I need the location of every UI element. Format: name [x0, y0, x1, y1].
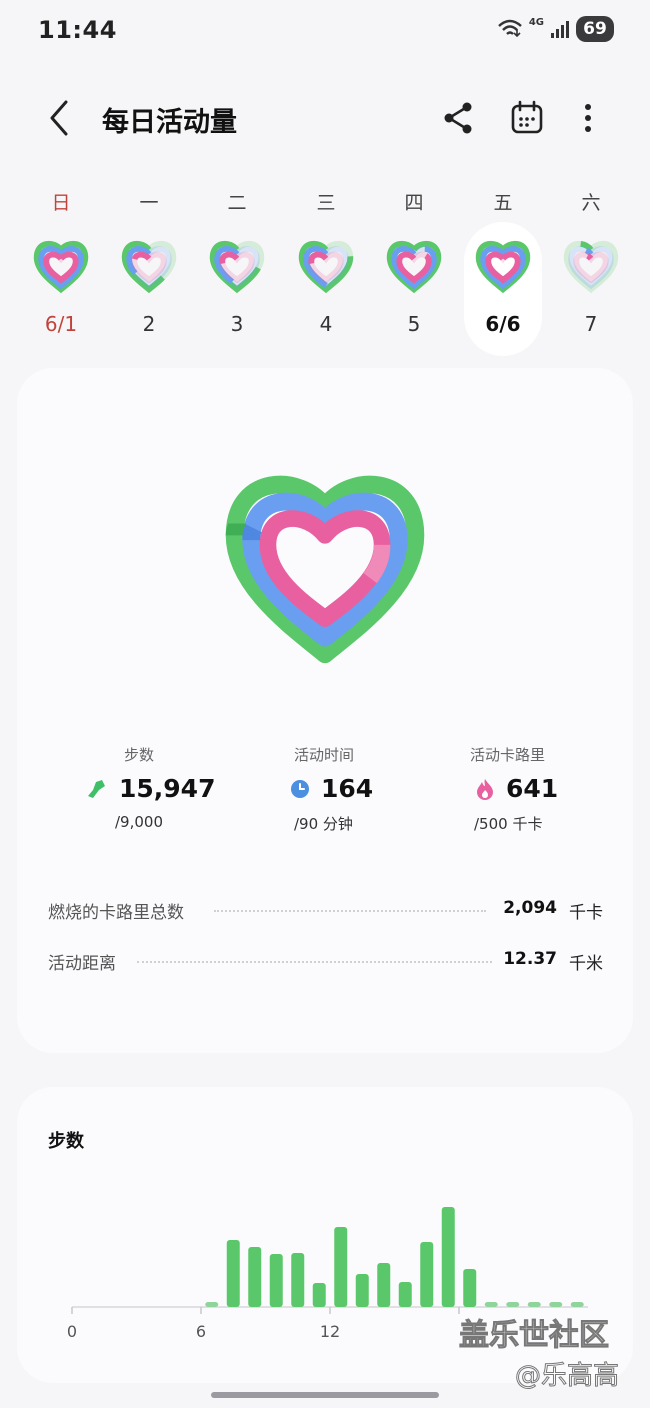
detail-row-total-calories: 燃烧的卡路里总数 2,094 千卡: [48, 896, 603, 926]
chart-x-label: 12: [320, 1322, 340, 1341]
chart-bar-hour-14[interactable]: [377, 1263, 391, 1307]
chart-bar-hour-18[interactable]: [463, 1269, 477, 1307]
day-activity-heart: [386, 240, 442, 294]
stat-active-calories-label: 活动卡路里: [470, 746, 546, 764]
chart-bar-hour-22[interactable]: [549, 1302, 563, 1307]
chart-x-label: 6: [196, 1322, 206, 1341]
chart-bar-hour-6[interactable]: [205, 1302, 219, 1307]
dotted-leader: [137, 961, 492, 963]
chart-bar-hour-16[interactable]: [420, 1242, 434, 1307]
stat-steps-value: 15,947: [119, 774, 216, 803]
steps-card-title: 步数: [48, 1131, 84, 1152]
day-number: 5: [407, 312, 421, 336]
more-options-button[interactable]: [568, 98, 608, 138]
day-item-5[interactable]: 6/6: [464, 222, 542, 356]
status-bar: 11:44 4G 69: [0, 0, 650, 62]
day-activity-heart: [121, 240, 177, 294]
day-name-selected: 五: [493, 192, 513, 214]
day-number: 6/6: [485, 312, 521, 336]
dotted-leader: [214, 910, 486, 912]
chart-bar-hour-9[interactable]: [269, 1254, 283, 1307]
stat-active-calories-goal: /500 千卡: [474, 815, 543, 833]
day-activity-heart: [563, 240, 619, 294]
day-activity-heart: [475, 240, 531, 294]
day-name: 三: [316, 192, 336, 214]
day-activity-heart: [209, 240, 265, 294]
day-name: 二: [227, 192, 247, 214]
stat-active-calories: 活动卡路里 641 /500 千卡: [470, 744, 650, 833]
stat-steps-goal: /9,000: [115, 813, 163, 831]
day-number: 4: [319, 312, 333, 336]
day-item-2[interactable]: 二3: [198, 180, 276, 356]
chart-bar-hour-13[interactable]: [355, 1274, 369, 1307]
day-activity-heart: [298, 240, 354, 294]
detail-unit: 千米: [569, 954, 603, 974]
day-item-6[interactable]: 六7: [552, 180, 630, 356]
day-number: 7: [584, 312, 598, 336]
share-button[interactable]: [438, 98, 478, 138]
day-item-0[interactable]: 日 6/1: [22, 180, 100, 356]
chart-bar-hour-8[interactable]: [248, 1247, 262, 1307]
day-name: 四: [404, 192, 424, 214]
back-button[interactable]: [44, 98, 74, 138]
calendar-icon: [511, 100, 543, 134]
home-indicator[interactable]: [211, 1392, 439, 1398]
chart-bar-hour-20[interactable]: [506, 1302, 520, 1307]
chart-bar-hour-23[interactable]: [570, 1302, 584, 1307]
watermark-author: @乐高高: [514, 1361, 620, 1392]
chart-bar-hour-19[interactable]: [484, 1302, 498, 1307]
back-icon: [50, 100, 68, 136]
chart-bar-hour-15[interactable]: [398, 1282, 412, 1307]
share-icon: [444, 102, 472, 134]
day-activity-heart: [33, 240, 89, 294]
chart-bar-hour-7[interactable]: [226, 1240, 240, 1307]
day-name: 日: [51, 192, 71, 214]
chart-bar-hour-11[interactable]: [312, 1283, 326, 1307]
watermark-community: 盖乐世社区: [459, 1318, 610, 1354]
day-item-4[interactable]: 四5: [375, 180, 453, 356]
day-name: 一: [139, 192, 159, 214]
stat-active-time-value: 164: [321, 774, 374, 803]
day-number: 6/1: [44, 312, 78, 336]
battery-indicator: 69: [576, 16, 614, 42]
detail-label: 燃烧的卡路里总数: [48, 903, 184, 923]
day-item-1[interactable]: 一2: [110, 180, 188, 356]
top-app-bar: 每日活动量: [0, 88, 650, 148]
stat-steps: 步数 15,947 /9,000: [85, 744, 285, 831]
signal-icon: [551, 21, 569, 38]
stat-active-time: 活动时间 164 /90 分钟: [287, 744, 487, 833]
stat-active-calories-value: 641: [506, 774, 559, 803]
clock-icon: [291, 779, 309, 798]
flame-icon: [477, 778, 493, 800]
detail-value: 12.37: [503, 949, 557, 969]
detail-row-distance: 活动距离 12.37 千米: [48, 947, 603, 977]
status-time: 11:44: [38, 16, 117, 44]
stat-active-time-label: 活动时间: [294, 746, 355, 764]
day-name: 六: [581, 192, 601, 214]
detail-unit: 千卡: [569, 903, 603, 923]
page-title: 每日活动量: [102, 107, 237, 138]
chart-bar-hour-10[interactable]: [291, 1253, 305, 1307]
network-type: 4G: [528, 16, 544, 28]
calendar-button[interactable]: [507, 98, 547, 138]
day-number: 3: [230, 312, 244, 336]
week-selector: 日 6/1 一 2 二 3 三 4 四 5 6/6 六 7 五: [0, 180, 650, 360]
day-item-3[interactable]: 三4: [287, 180, 365, 356]
more-icon: [585, 104, 591, 132]
chart-bar-hour-17[interactable]: [441, 1207, 455, 1307]
activity-rings-heart: [203, 464, 447, 678]
status-icons: 4G 69: [497, 16, 614, 42]
detail-value: 2,094: [503, 898, 557, 918]
wifi-icon: [498, 19, 522, 38]
stat-steps-label: 步数: [124, 746, 155, 764]
shoe-icon: [88, 779, 105, 798]
chart-bar-hour-12[interactable]: [334, 1227, 348, 1307]
day-number: 2: [142, 312, 156, 336]
activity-summary-card: 步数 15,947 /9,000 活动时间 164 /90 分钟 活动卡路里 6: [17, 368, 633, 1053]
detail-label: 活动距离: [48, 954, 116, 974]
chart-bar-hour-21[interactable]: [527, 1302, 541, 1307]
chart-x-label: 0: [67, 1322, 77, 1341]
stat-active-time-goal: /90 分钟: [294, 815, 353, 833]
